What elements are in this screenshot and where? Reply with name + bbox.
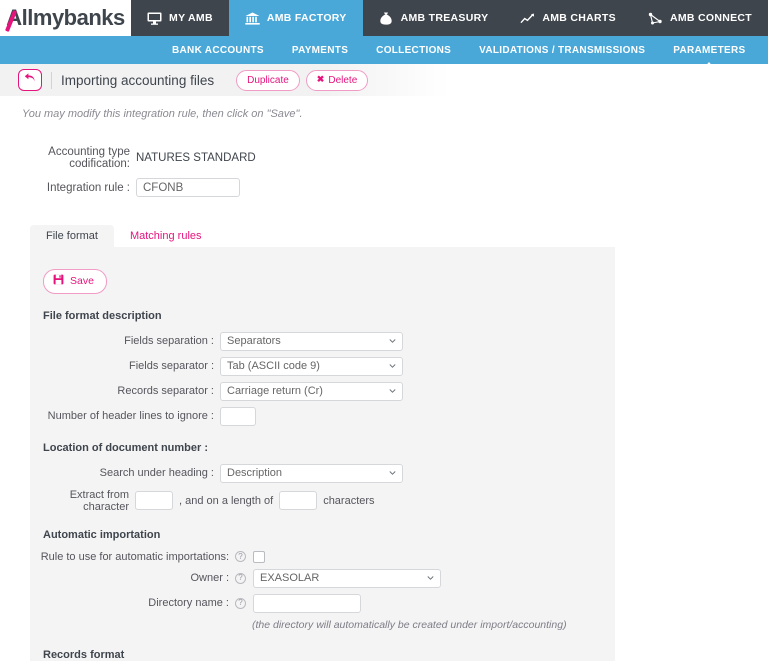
automatic-rule-checkbox[interactable] (253, 550, 265, 563)
save-label: Save (70, 275, 94, 287)
top-navigation-bar: Allmybanks MY AMB AMB FACTORY AMB TREASU… (0, 0, 768, 36)
delete-button[interactable]: ✖ Delete (305, 69, 369, 91)
topnav-label: AMB FACTORY (266, 12, 347, 24)
file-format-panel: Save File format description Fields sepa… (30, 247, 615, 661)
records-separator-select[interactable]: Carriage return (Cr) (220, 381, 403, 401)
automatic-rule-label: Rule to use for automatic importations: (40, 550, 229, 563)
header-lines-label: Number of header lines to ignore : (47, 410, 214, 423)
owner-label: Owner : (190, 572, 229, 585)
tab-matching-rules[interactable]: Matching rules (113, 224, 218, 247)
subnav-item-collections[interactable]: COLLECTIONS (362, 45, 465, 56)
subnav-item-payments[interactable]: PAYMENTS (278, 45, 362, 56)
header-lines-input[interactable] (220, 406, 256, 426)
help-icon[interactable]: ? (235, 572, 246, 584)
subnav-item-validations-transmissions[interactable]: VALIDATIONS / TRANSMISSIONS (465, 45, 659, 56)
cross-icon: ✖ (316, 74, 325, 85)
topnav-item-amb-charts[interactable]: AMB CHARTS (504, 0, 632, 36)
fields-separation-select[interactable]: Separators (220, 331, 403, 351)
automatic-rule-row: Rule to use for automatic importations: … (30, 550, 615, 563)
fields-separation-row: Fields separation : Separators (30, 331, 615, 351)
topnav-label: AMB TREASURY (400, 12, 489, 24)
title-action-group: Duplicate ✖ Delete (236, 69, 369, 91)
owner-select-wrap: EXASOLAR (253, 568, 441, 588)
sub-navigation-bar: BANK ACCOUNTS PAYMENTS COLLECTIONS VALID… (0, 36, 768, 69)
fields-separator-select[interactable]: Tab (ASCII code 9) (220, 356, 403, 376)
header-lines-row: Number of header lines to ignore : (30, 406, 615, 426)
fields-separator-label: Fields separator : (129, 360, 214, 373)
extract-character-row: Extract from character , and on a length… (30, 489, 615, 513)
subnav-item-parameters[interactable]: PARAMETERS (659, 45, 759, 69)
tab-file-format[interactable]: File format (30, 224, 114, 247)
extract-from-label: Extract from character (69, 488, 129, 513)
rule-identity-form: Accounting type codification: NATURES ST… (0, 120, 768, 197)
fields-separation-label: Fields separation : (124, 335, 214, 348)
owner-select[interactable]: EXASOLAR (253, 568, 441, 588)
tab-bar: File format Matching rules (30, 224, 768, 247)
length-input[interactable] (279, 491, 318, 511)
fields-separation-select-wrap: Separators (220, 331, 403, 351)
fields-separator-select-wrap: Tab (ASCII code 9) (220, 356, 403, 376)
back-arrow-icon (24, 73, 36, 87)
logo-label: Allmybanks (6, 5, 125, 30)
delete-label: Delete (328, 74, 358, 86)
directory-name-input[interactable] (253, 593, 361, 613)
floppy-disk-icon (53, 274, 64, 289)
page-title-bar: Importing accounting files Duplicate ✖ D… (0, 64, 768, 96)
integration-rule-row: Integration rule : (0, 178, 768, 197)
bank-building-icon (245, 11, 260, 26)
topnav-label: AMB CONNECT (669, 12, 752, 24)
topnav-item-amb-factory[interactable]: AMB FACTORY (228, 0, 363, 36)
logo-text-wrap: Allmybanks (5, 5, 125, 32)
accounting-type-label: Accounting type codification: (48, 146, 130, 170)
instruction-text: You may modify this integration rule, th… (22, 108, 303, 120)
records-separator-label: Records separator : (117, 385, 214, 398)
topnav-item-amb-treasury[interactable]: AMB TREASURY (363, 0, 505, 36)
title-divider (51, 71, 52, 89)
search-under-heading-select[interactable]: Description (220, 463, 403, 483)
line-chart-icon (520, 11, 535, 26)
length-mid-label: , and on a length of (179, 494, 274, 507)
records-separator-row: Records separator : Carriage return (Cr) (30, 381, 615, 401)
section-title-records-format: Records format (43, 648, 125, 661)
save-button[interactable]: Save (43, 269, 107, 294)
topnav-label: MY AMB (169, 12, 213, 24)
topnav-label: AMB CHARTS (542, 12, 616, 24)
directory-name-label: Directory name : (148, 597, 229, 610)
subnav-item-bank-accounts[interactable]: BANK ACCOUNTS (158, 45, 278, 56)
topnav-item-my-amb[interactable]: MY AMB (131, 0, 229, 36)
integration-rule-label: Integration rule : (46, 181, 130, 194)
money-bag-icon (379, 11, 394, 26)
page-title: Importing accounting files (61, 72, 215, 88)
help-icon[interactable]: ? (235, 551, 246, 563)
section-title-location-of-document-number: Location of document number : (43, 441, 208, 454)
topnav-item-amb-connect[interactable]: AMB CONNECT (632, 0, 768, 36)
records-separator-select-wrap: Carriage return (Cr) (220, 381, 403, 401)
duplicate-label: Duplicate (247, 74, 289, 86)
back-button[interactable] (18, 69, 42, 91)
help-icon[interactable]: ? (235, 597, 246, 609)
duplicate-button[interactable]: Duplicate (236, 69, 300, 91)
network-share-icon (648, 11, 663, 26)
search-under-heading-row: Search under heading : Description (30, 463, 615, 483)
extract-from-input[interactable] (135, 491, 173, 511)
directory-name-row: Directory name : ? (30, 593, 615, 613)
app-logo[interactable]: Allmybanks (0, 0, 132, 36)
fields-separator-row: Fields separator : Tab (ASCII code 9) (30, 356, 615, 376)
monitor-icon (147, 11, 162, 26)
owner-row: Owner : ? EXASOLAR (30, 568, 615, 588)
section-title-file-format-description: File format description (43, 309, 162, 322)
accounting-type-value: NATURES STANDARD (136, 152, 256, 164)
accounting-type-row: Accounting type codification: NATURES ST… (0, 146, 768, 170)
integration-rule-input[interactable] (136, 178, 240, 197)
section-title-automatic-importation: Automatic importation (43, 528, 161, 541)
characters-label: characters (323, 494, 375, 507)
directory-note: (the directory will automatically be cre… (252, 618, 567, 631)
search-under-heading-select-wrap: Description (220, 463, 403, 483)
search-under-heading-label: Search under heading : (99, 467, 214, 480)
